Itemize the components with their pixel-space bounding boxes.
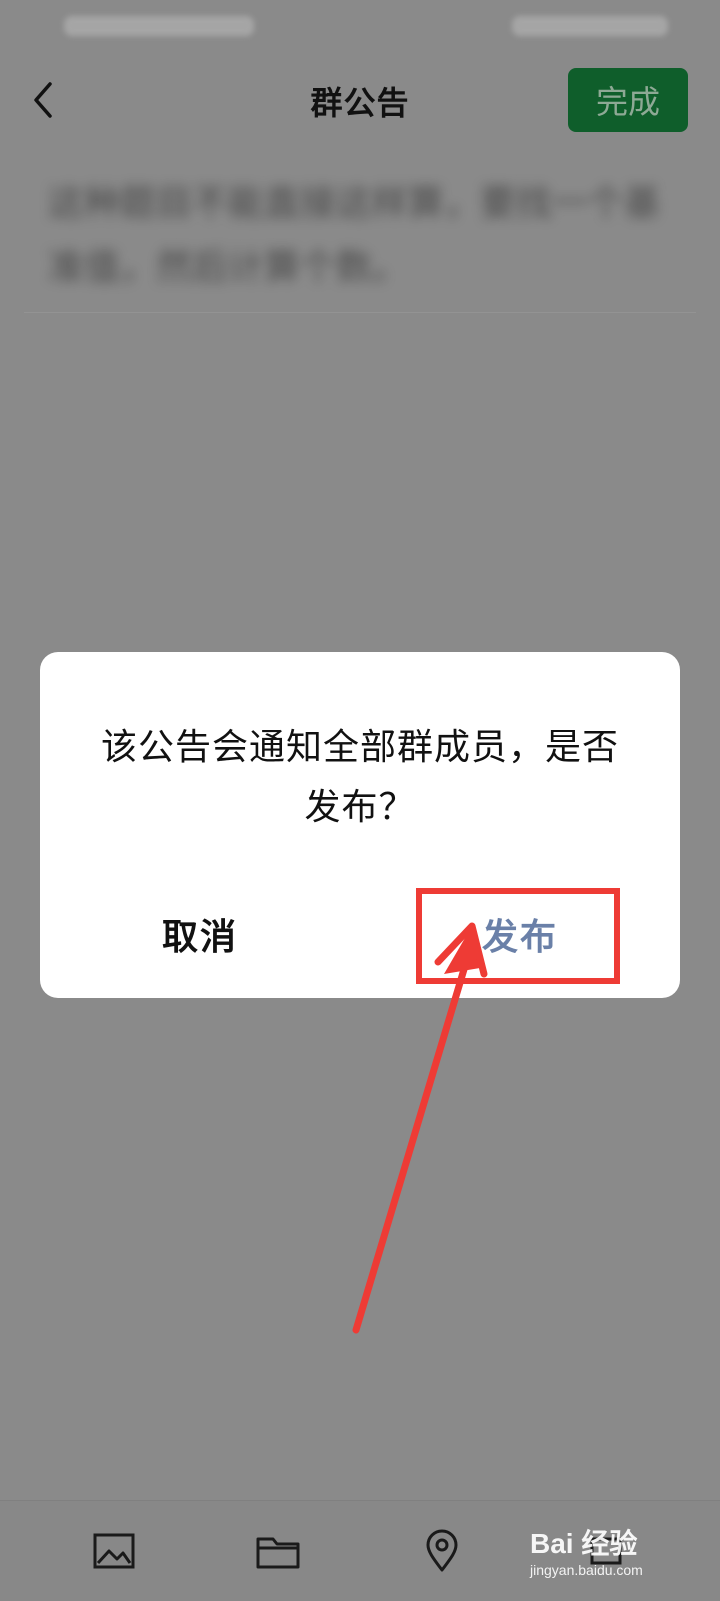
baidu-jingyan-watermark: Bai 经验 jingyan.baidu.com — [530, 1508, 690, 1588]
announcement-text: 这种题目不能直接这样算，要找一个基准值，然后计算个数。 — [48, 183, 661, 288]
watermark-brand: Bai 经验 — [530, 1528, 638, 1559]
status-bar — [0, 0, 720, 56]
insert-location-button[interactable] — [412, 1521, 472, 1581]
folder-icon — [256, 1537, 300, 1569]
insert-image-button[interactable] — [84, 1521, 144, 1581]
highlight-box — [416, 888, 620, 984]
watermark-url: jingyan.baidu.com — [530, 1562, 643, 1578]
announcement-editor[interactable]: 这种题目不能直接这样算，要找一个基准值，然后计算个数。 — [24, 146, 696, 313]
image-icon — [93, 1533, 135, 1569]
status-bar-left — [64, 16, 254, 36]
done-button[interactable]: 完成 — [568, 68, 688, 132]
insert-file-button[interactable] — [248, 1521, 308, 1581]
dialog-message: 该公告会通知全部群成员，是否发布？ — [100, 727, 619, 828]
app-bar: 群公告 完成 — [0, 56, 720, 146]
location-pin-icon — [426, 1529, 458, 1572]
cancel-button[interactable]: 取消 — [80, 898, 320, 970]
status-bar-right — [512, 16, 668, 36]
